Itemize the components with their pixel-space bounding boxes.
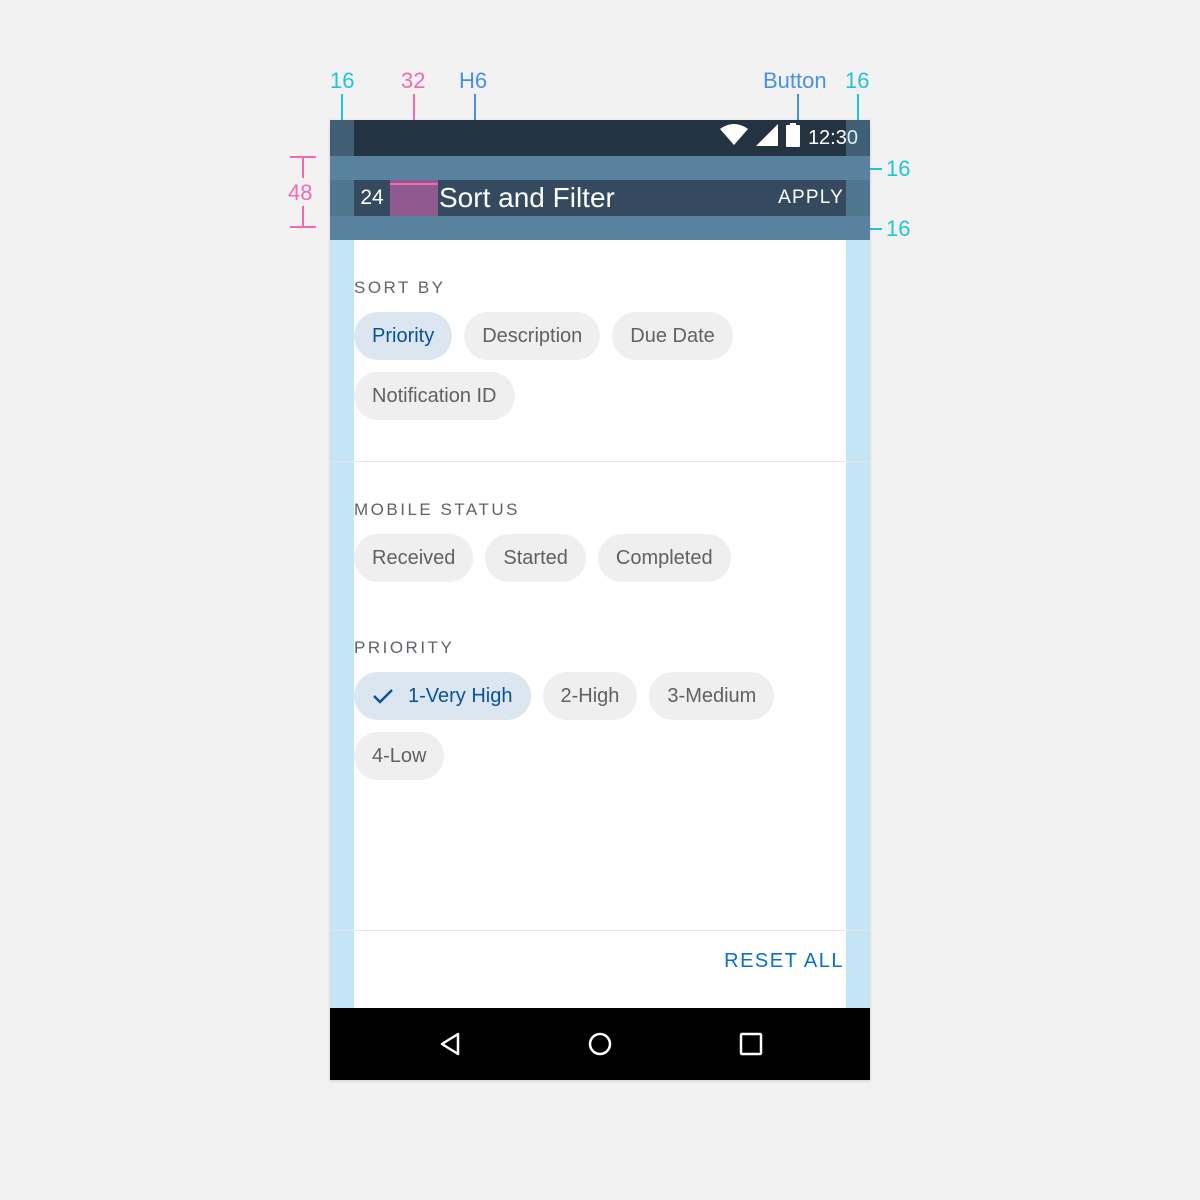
redline-padding-top-label: 16 xyxy=(886,156,911,181)
redline-title-style-label: H6 xyxy=(459,68,488,93)
page-title: Sort and Filter xyxy=(439,182,615,213)
chip-due-date[interactable]: Due Date xyxy=(612,312,733,360)
navigation-bar xyxy=(330,1008,870,1080)
reset-all-button[interactable]: RESET ALL xyxy=(724,950,844,973)
sort-by-chips: Priority Description Due Date Notificati… xyxy=(354,312,846,420)
redline-bar-height-bottom-stem xyxy=(302,206,304,228)
chip-priority[interactable]: Priority xyxy=(354,312,453,360)
back-icon[interactable] xyxy=(438,1032,462,1056)
chip-received[interactable]: Received xyxy=(354,534,474,582)
redline-padding-bottom-label: 16 xyxy=(886,216,911,241)
chip-high[interactable]: 2-High xyxy=(542,672,638,720)
status-bar: 12:30 xyxy=(330,120,870,156)
chip-very-high[interactable]: 1-Very High xyxy=(354,672,531,720)
chip-completed[interactable]: Completed xyxy=(597,534,731,582)
apply-button[interactable]: APPLY xyxy=(778,180,844,216)
redline-margin-right-label: 16 xyxy=(845,68,870,93)
check-icon xyxy=(372,687,394,705)
redline-icon-spacing-label: 32 xyxy=(401,68,426,93)
filter-content: SORT BY Priority Description Due Date No… xyxy=(330,240,870,1008)
wifi-icon xyxy=(719,124,748,152)
status-time: 12:30 xyxy=(807,126,858,149)
redline-content-margin-right xyxy=(846,240,870,1008)
chip-started[interactable]: Started xyxy=(485,534,586,582)
chip-notification-id[interactable]: Notification ID xyxy=(354,372,515,420)
redline-content-margin-left xyxy=(330,240,354,1008)
home-icon[interactable] xyxy=(588,1032,612,1056)
redline-bar-height-top-stem xyxy=(302,156,304,178)
app-bar: Sort and Filter APPLY xyxy=(330,156,870,240)
signal-icon xyxy=(755,124,778,152)
battery-icon xyxy=(785,123,800,153)
phone-screen: 12:30 Sort and Filter APPLY 24 Sort and … xyxy=(330,120,870,1080)
redline-bar-height-bottom-tick xyxy=(290,226,316,228)
redline-bar-height-label: 48 xyxy=(288,180,313,205)
recents-icon[interactable] xyxy=(739,1032,763,1056)
chip-low[interactable]: 4-Low xyxy=(354,732,445,780)
chip-medium[interactable]: 3-Medium xyxy=(649,672,775,720)
priority-title: PRIORITY xyxy=(354,638,455,657)
footer-divider xyxy=(330,930,870,931)
mobile-status-chips: Received Started Completed xyxy=(354,534,846,582)
chip-very-high-label: 1-Very High xyxy=(408,684,513,707)
priority-chips: 1-Very High 2-High 3-Medium 4-Low xyxy=(354,672,846,780)
redline-button-style-label: Button xyxy=(763,68,827,93)
redline-margin-left-label: 16 xyxy=(330,68,355,93)
chip-description[interactable]: Description xyxy=(464,312,601,360)
mobile-status-title: MOBILE STATUS xyxy=(354,500,521,519)
section-divider xyxy=(330,461,870,462)
sort-by-title: SORT BY xyxy=(354,278,446,297)
